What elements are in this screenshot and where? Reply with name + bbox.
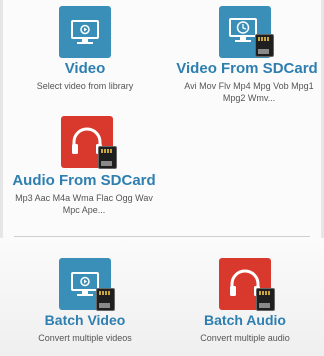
batch-video-title: Batch Video — [44, 312, 126, 328]
batch-audio-subtitle: Convert multiple audio — [200, 333, 290, 343]
video-title: Video — [64, 60, 106, 77]
monitor-play-icon — [59, 6, 111, 58]
batch-audio-title: Batch Audio — [204, 312, 286, 328]
sdcard-icon — [256, 288, 275, 311]
sdcard-icon — [255, 34, 274, 57]
section-divider — [14, 236, 310, 237]
batch-video-tile[interactable]: Batch Video Convert multiple videos — [20, 256, 150, 346]
audio-from-sdcard-title: Audio From SDCard — [12, 172, 156, 189]
video-tile[interactable]: Video Select video from library — [20, 4, 150, 94]
screen: Video Select video from library Video Fr… — [0, 0, 324, 356]
audio-from-sdcard-tile[interactable]: Audio From SDCard Mp3 Aac M4a Wma Flac O… — [4, 114, 164, 224]
sdcard-icon — [96, 288, 115, 311]
video-subtitle: Select video from library — [36, 81, 134, 91]
batch-video-subtitle: Convert multiple videos — [38, 333, 132, 343]
batch-audio-tile[interactable]: Batch Audio Convert multiple audio — [180, 256, 310, 346]
video-from-sdcard-subtitle: Avi Mov Flv Mp4 Mpg Vob Mpg1 Mpg2 Wmv... — [184, 81, 314, 103]
audio-from-sdcard-subtitle: Mp3 Aac M4a Wma Flac Ogg Wav Mpc Ape... — [15, 193, 153, 215]
video-from-sdcard-tile[interactable]: Video From SDCard Avi Mov Flv Mp4 Mpg Vo… — [172, 4, 322, 104]
sdcard-icon — [98, 146, 117, 169]
video-from-sdcard-title: Video From SDCard — [176, 60, 318, 77]
